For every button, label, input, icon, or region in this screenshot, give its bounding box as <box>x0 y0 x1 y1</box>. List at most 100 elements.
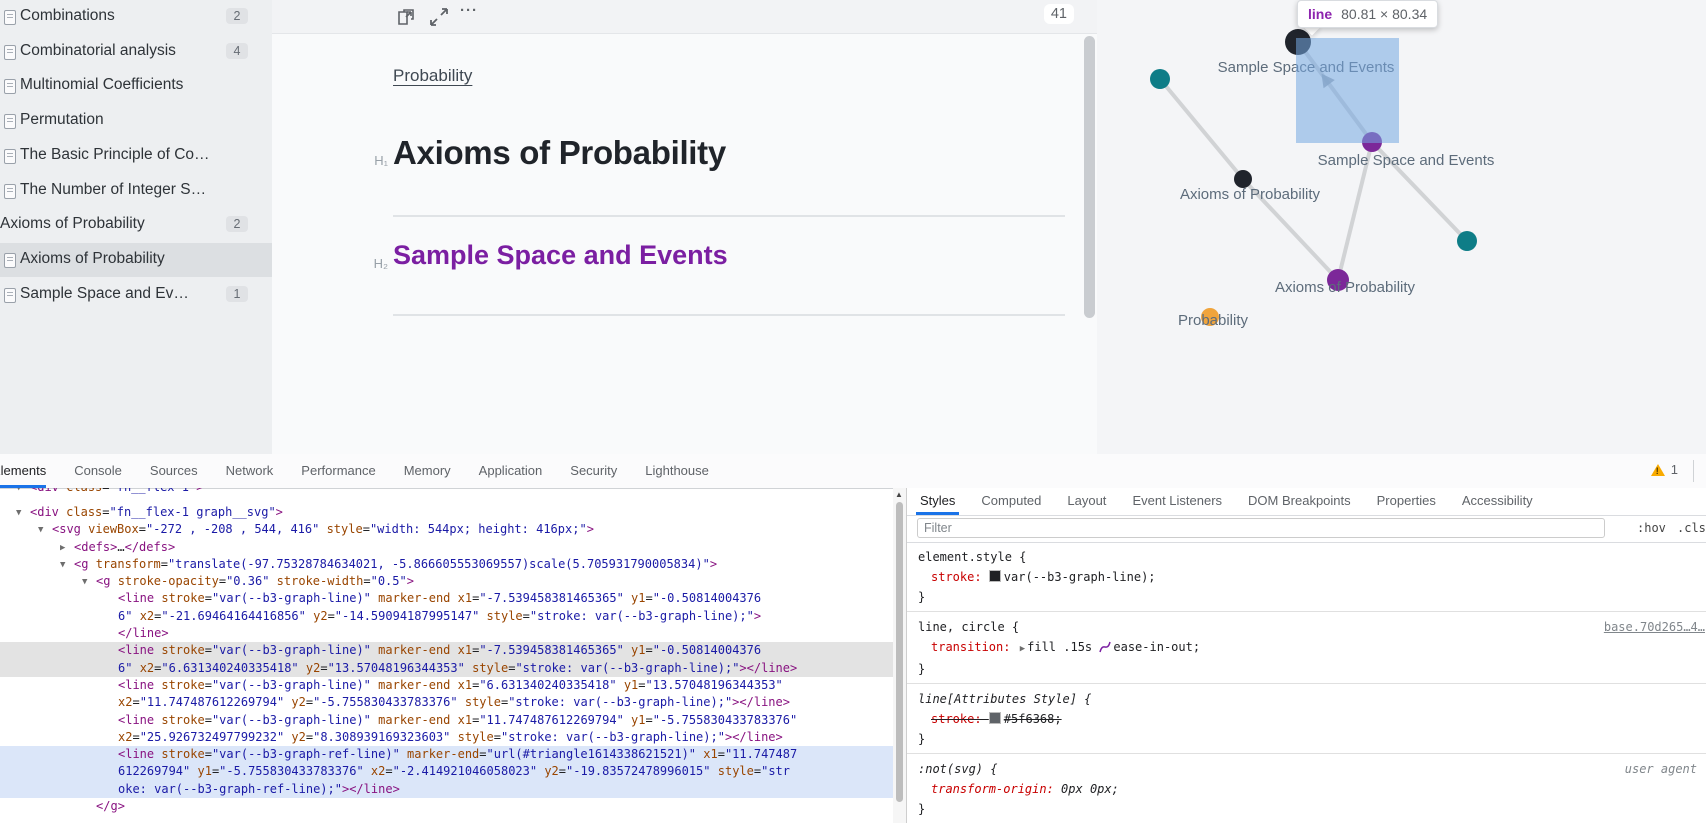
expand-toggle-icon[interactable]: ▼ <box>60 557 65 574</box>
expand-toggle-icon[interactable]: ▼ <box>16 505 21 522</box>
document-icon <box>4 114 16 130</box>
classes-toggle[interactable]: .cls <box>1677 521 1706 535</box>
styles-pane-tab-styles[interactable]: Styles <box>915 488 960 515</box>
dom-tree-row[interactable]: <line stroke="var(--b3-graph-ref-line)" … <box>0 746 893 764</box>
sidebar-item[interactable]: The Number of Integer S… <box>0 174 272 208</box>
sidebar-item[interactable]: Combinations 2 <box>0 0 272 34</box>
more-options-icon[interactable]: ··· <box>460 2 480 22</box>
hover-state-toggle[interactable]: :hov <box>1637 521 1666 535</box>
styles-pane-tab-dom-breakpoints[interactable]: DOM Breakpoints <box>1248 488 1351 515</box>
dom-tree-row[interactable]: <line stroke="var(--b3-graph-line)" mark… <box>0 590 893 607</box>
document-icon <box>4 79 16 95</box>
dom-row-code: <g stroke-opacity="0.36" stroke-width="0… <box>96 574 414 589</box>
dom-tree-row[interactable]: x2="25.926732497799232" y2="8.3089391693… <box>0 729 893 746</box>
devtools-tab-console[interactable]: Console <box>74 454 122 488</box>
expand-toggle-icon[interactable]: ▼ <box>38 522 43 539</box>
css-selector[interactable]: :not(svg) { <box>918 759 1706 779</box>
sidebar-item-label: Combinations <box>20 7 115 24</box>
css-selector[interactable]: element.style { <box>918 547 1706 567</box>
dom-row-code: 612269794" y1="-5.755830433783376" x2="-… <box>118 764 791 779</box>
devtools-tab-sources[interactable]: Sources <box>150 454 198 488</box>
css-property[interactable]: transform-origin: 0px 0px; <box>918 779 1706 799</box>
dom-row-code: <line stroke="var(--b3-graph-line)" mark… <box>118 643 762 658</box>
dom-tree-row[interactable]: <line stroke="var(--b3-graph-line)" mark… <box>0 677 893 694</box>
styles-pane-tab-properties[interactable]: Properties <box>1377 488 1436 515</box>
inspect-highlight-rect <box>1296 38 1399 143</box>
color-swatch[interactable] <box>988 712 1001 724</box>
doc-tree-sidebar: Combinations 2 Combinatorial analysis 4 Mult… <box>0 0 273 454</box>
devtools-tabbar: Elements Console Sources Network Performance… <box>0 454 1706 489</box>
bezier-curve-icon[interactable] <box>1099 640 1113 654</box>
dom-tree-row[interactable]: <line stroke="var(--b3-graph-line)" mark… <box>0 712 893 729</box>
dom-row-code: <line stroke="var(--b3-graph-line)" mark… <box>118 591 762 606</box>
css-selector[interactable]: line[Attributes Style] { <box>918 689 1706 709</box>
expand-toggle-icon[interactable]: ▶ <box>60 540 65 557</box>
dom-tree-row[interactable]: ▼ <g transform="translate(-97.75328784634… <box>0 556 893 573</box>
devtools-tab-application[interactable]: Application <box>479 454 543 488</box>
dom-tree-row[interactable]: ▼ <div class="fn__flex-1"> <box>0 488 893 496</box>
sidebar-item[interactable]: The Basic Principle of Co… <box>0 139 272 173</box>
dom-row-code: <line stroke="var(--b3-graph-line)" mark… <box>118 712 798 727</box>
dom-tree-row[interactable]: 612269794" y1="-5.755830433783376" x2="-… <box>0 763 893 781</box>
devtools-panel: Elements Console Sources Network Performance… <box>0 454 1706 823</box>
stylesheet-origin-label: user agent <box>1624 762 1697 776</box>
devtools-tab-security[interactable]: Security <box>570 454 617 488</box>
expand-toggle-icon[interactable]: ▼ <box>16 488 21 497</box>
graph-edge <box>1158 77 1245 181</box>
styles-pane-tab-computed[interactable]: Computed <box>981 488 1041 515</box>
graph-node-teal-left[interactable] <box>1150 69 1170 89</box>
styles-filter-input[interactable] <box>917 518 1605 538</box>
devtools-tab-lighthouse[interactable]: Lighthouse <box>645 454 709 488</box>
stylesheet-source-link[interactable]: base.70d265…4… <box>1604 617 1705 637</box>
scrollbar-up-arrow[interactable]: ▲ <box>895 490 903 499</box>
dom-tree-row[interactable]: x2="11.747487612269794" y2="-5.755830433… <box>0 694 893 711</box>
sidebar-item[interactable]: Combinatorial analysis 4 <box>0 35 272 69</box>
dom-row-code: <line stroke="var(--b3-graph-line)" mark… <box>118 677 783 692</box>
devtools-tab-network[interactable]: Network <box>226 454 274 488</box>
sidebar-item[interactable]: Multinomial Coefficients <box>0 69 272 103</box>
fullscreen-icon[interactable] <box>429 7 449 27</box>
sidebar-item[interactable]: Permutation <box>0 104 272 138</box>
breadcrumb[interactable]: Probability <box>393 66 472 86</box>
open-in-new-window-icon[interactable] <box>396 7 416 27</box>
expand-shorthand-icon[interactable]: ▶ <box>1020 644 1025 654</box>
graph-node-label: Axioms of Probability <box>1274 279 1416 296</box>
document-icon <box>4 10 16 25</box>
css-property[interactable]: stroke: #5f6368; <box>918 709 1706 729</box>
dom-tree-row[interactable]: ▼ <svg viewBox="-272 , -208 , 544, 416" s… <box>0 521 893 538</box>
dom-tree-row[interactable]: ▼ <div class="fn__flex-1 graph__svg"> <box>0 504 893 521</box>
sidebar-item[interactable]: Axioms of Probability <box>0 242 272 277</box>
graph-node-teal-right[interactable] <box>1457 231 1477 251</box>
css-property[interactable]: transition: ▶ fill .15s ease-in-out; <box>918 637 1706 659</box>
styles-pane-tab-accessibility[interactable]: Accessibility <box>1462 488 1533 515</box>
page-title-h1[interactable]: Axioms of Probability <box>393 134 726 172</box>
css-property[interactable]: stroke: var(--b3-graph-line); <box>918 567 1706 587</box>
dom-tree-row[interactable]: </line> <box>0 625 893 642</box>
elements-scrollbar[interactable]: ▲ <box>893 488 906 823</box>
document-scrollbar[interactable] <box>1084 36 1095 318</box>
css-selector[interactable]: line, circle { <box>918 617 1706 637</box>
section-title-h2[interactable]: Sample Space and Events <box>393 240 728 271</box>
sidebar-item-label: Sample Space and Ev… <box>20 284 189 302</box>
dom-tree-row[interactable]: ▶ <defs>…</defs> <box>0 539 893 556</box>
styles-pane-tab-event-listeners[interactable]: Event Listeners <box>1132 488 1222 515</box>
sidebar-item[interactable]: Sample Space and Ev… 1 <box>0 278 272 312</box>
color-swatch[interactable] <box>988 570 1001 582</box>
dom-tree-row[interactable]: 6" x2="6.631340240335418" y2="13.5704819… <box>0 659 893 677</box>
devtools-tab-elements[interactable]: Elements <box>0 454 47 488</box>
sidebar-item[interactable]: Axioms of Probability 2 <box>0 208 272 242</box>
styles-pane-tab-layout[interactable]: Layout <box>1067 488 1106 515</box>
warning-counter[interactable]: 1 <box>1650 462 1678 477</box>
devtools-tab-memory[interactable]: Memory <box>404 454 451 488</box>
devtools-tab-performance[interactable]: Performance <box>301 454 375 488</box>
dom-tree-row[interactable]: oke: var(--b3-graph-ref-line);"></line> <box>0 780 893 799</box>
dom-tree-row[interactable]: ▼ <g stroke-opacity="0.36" stroke-width="… <box>0 573 893 590</box>
ref-count-badge: 1 <box>226 285 248 302</box>
elements-tree: ▼ <div class="fn__flex-1"> ▼ <div class="f… <box>0 488 893 823</box>
dom-tree-row[interactable]: </g> <box>0 798 893 815</box>
dom-tree-row[interactable]: <line stroke="var(--b3-graph-line)" mark… <box>0 642 893 660</box>
dom-tree-row[interactable]: 6" x2="-21.69464164416856" y2="-14.59094… <box>0 608 893 625</box>
graph-node-label: Sample Space and Events <box>1317 152 1495 169</box>
expand-toggle-icon[interactable]: ▼ <box>82 574 87 591</box>
scrollbar-thumb[interactable] <box>896 502 903 802</box>
